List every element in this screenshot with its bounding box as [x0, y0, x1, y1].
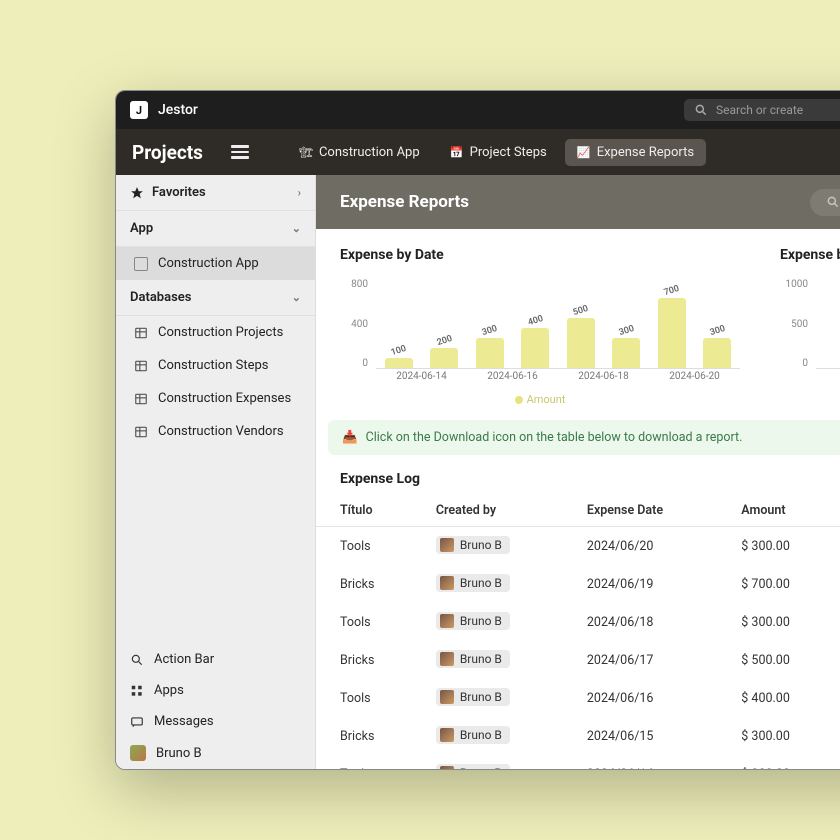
avatar-icon: [130, 745, 146, 761]
topbar: J Jestor Search or create ⌘ K: [116, 91, 840, 129]
page-title: Expense Reports: [340, 192, 469, 212]
avatar-icon: [440, 690, 454, 704]
search-icon: [826, 195, 840, 209]
column-header[interactable]: Título: [316, 495, 426, 527]
user-chip[interactable]: Bruno B: [436, 688, 510, 706]
user-chip[interactable]: Bruno B: [436, 726, 510, 744]
tab-icon: 🏗: [299, 145, 313, 159]
legend-dot-icon: [515, 396, 523, 404]
chart-bar[interactable]: [612, 338, 640, 368]
table-row[interactable]: Tools Bruno B 2024/06/18 $ 300.00: [316, 603, 840, 641]
chart-bar[interactable]: [658, 298, 686, 368]
chart-bar[interactable]: [521, 328, 549, 368]
avatar-icon: [440, 576, 454, 590]
y-axis: 8004000: [340, 279, 372, 369]
apps-icon: [130, 684, 144, 698]
avatar-icon: [440, 538, 454, 552]
avatar-icon: [440, 652, 454, 666]
main-header: Expense Reports Search: [316, 175, 840, 229]
chart-bar[interactable]: [430, 348, 458, 368]
x-axis: 2024-06-142024-06-162024-06-182024-06-20: [376, 371, 740, 389]
sidebar-item-construction-expenses[interactable]: Construction Expenses: [116, 382, 315, 415]
avatar-icon: [440, 614, 454, 628]
search-icon: [694, 103, 708, 117]
sidebar-app-header[interactable]: App ⌄: [116, 211, 315, 247]
table-icon: [134, 326, 148, 340]
sidebar: Favorites › App ⌄ Construction App Datab…: [116, 175, 316, 769]
user-chip[interactable]: Bruno B: [436, 650, 510, 668]
star-icon: [130, 186, 144, 200]
sidebar-item-construction-steps[interactable]: Construction Steps: [116, 349, 315, 382]
search-icon: [130, 653, 144, 667]
download-icon: 📥: [342, 430, 358, 445]
expense-log-table: TítuloCreated byExpense DateAmountReceip…: [316, 495, 840, 769]
avatar-icon: [440, 766, 454, 769]
column-header[interactable]: Created by: [426, 495, 577, 527]
search-placeholder: Search or create: [716, 103, 840, 117]
main-panel: Expense Reports Search Expense by Date 8…: [316, 175, 840, 769]
sidebar-databases-header[interactable]: Databases ⌄: [116, 280, 315, 316]
chart-bars: [816, 279, 840, 369]
table-row[interactable]: Bricks Bruno B 2024/06/17 $ 500.00: [316, 641, 840, 679]
tab-icon: 📈: [577, 145, 591, 159]
tab-construction-app[interactable]: 🏗Construction App: [287, 139, 432, 166]
y-axis: 10005000: [780, 279, 812, 369]
table-icon: [134, 359, 148, 373]
favorites-label: Favorites: [152, 185, 206, 200]
table-row[interactable]: Bricks Bruno B 2024/06/19 $ 700.00: [316, 565, 840, 603]
chart-expense-by-date: Expense by Date 8004000 1002003004005003…: [340, 247, 740, 406]
tab-expense-reports[interactable]: 📈Expense Reports: [565, 139, 706, 166]
table-title: Expense Log: [316, 455, 840, 495]
chart-title: Expense by: [780, 247, 840, 263]
sidebar-messages[interactable]: Messages: [116, 706, 315, 737]
tab-project-steps[interactable]: 📅Project Steps: [438, 139, 559, 166]
table-row[interactable]: Tools Bruno B 2024/06/16 $ 400.00: [316, 679, 840, 717]
user-chip[interactable]: Bruno B: [436, 764, 510, 769]
sidebar-item-construction-app[interactable]: Construction App: [116, 247, 315, 280]
sidebar-user[interactable]: Bruno B: [116, 737, 315, 769]
app-icon: [134, 257, 148, 271]
chart-bar[interactable]: [476, 338, 504, 368]
table-icon: [134, 392, 148, 406]
table-row[interactable]: Tools Bruno B 2024/06/20 $ 300.00: [316, 527, 840, 566]
table-icon: [134, 425, 148, 439]
column-header[interactable]: Amount: [731, 495, 840, 527]
tabbar: Projects 🏗Construction App📅Project Steps…: [116, 129, 840, 175]
message-icon: [130, 715, 144, 729]
logo-icon: J: [130, 101, 148, 119]
sidebar-favorites[interactable]: Favorites ›: [116, 175, 315, 211]
menu-icon[interactable]: [231, 145, 249, 159]
page-search[interactable]: Search: [810, 189, 840, 216]
sidebar-item-construction-vendors[interactable]: Construction Vendors: [116, 415, 315, 448]
chart-bar[interactable]: [385, 358, 413, 368]
download-hint-banner: 📥 Click on the Download icon on the tabl…: [328, 420, 840, 455]
app-label: App: [130, 221, 153, 236]
user-chip[interactable]: Bruno B: [436, 574, 510, 592]
chart-expense-by-secondary: Expense by 10005000: [780, 247, 840, 406]
user-chip[interactable]: Bruno B: [436, 536, 510, 554]
chart-bars: 100200300400500300700300: [376, 279, 740, 369]
brand-name: Jestor: [158, 102, 198, 118]
column-header[interactable]: Expense Date: [577, 495, 731, 527]
app-window: J Jestor Search or create ⌘ K Projects 🏗…: [115, 90, 840, 770]
global-search[interactable]: Search or create ⌘ K: [684, 99, 840, 121]
chart-title: Expense by Date: [340, 247, 740, 263]
chart-bar[interactable]: [703, 338, 731, 368]
user-chip[interactable]: Bruno B: [436, 612, 510, 630]
table-row[interactable]: Bricks Bruno B 2024/06/15 $ 300.00: [316, 717, 840, 755]
chevron-right-icon: ›: [298, 186, 301, 199]
sidebar-item-construction-projects[interactable]: Construction Projects: [116, 316, 315, 349]
chevron-down-icon: ⌄: [292, 291, 301, 304]
databases-label: Databases: [130, 290, 191, 305]
tab-icon: 📅: [450, 145, 464, 159]
chevron-down-icon: ⌄: [292, 222, 301, 235]
chart-bar[interactable]: [567, 318, 595, 368]
workspace-title: Projects: [132, 141, 203, 164]
sidebar-apps[interactable]: Apps: [116, 675, 315, 706]
chart-legend: Amount: [340, 393, 740, 406]
table-row[interactable]: Tools Bruno B 2024/06/14 $ 200.00: [316, 755, 840, 769]
sidebar-action-bar[interactable]: Action Bar: [116, 644, 315, 675]
avatar-icon: [440, 728, 454, 742]
